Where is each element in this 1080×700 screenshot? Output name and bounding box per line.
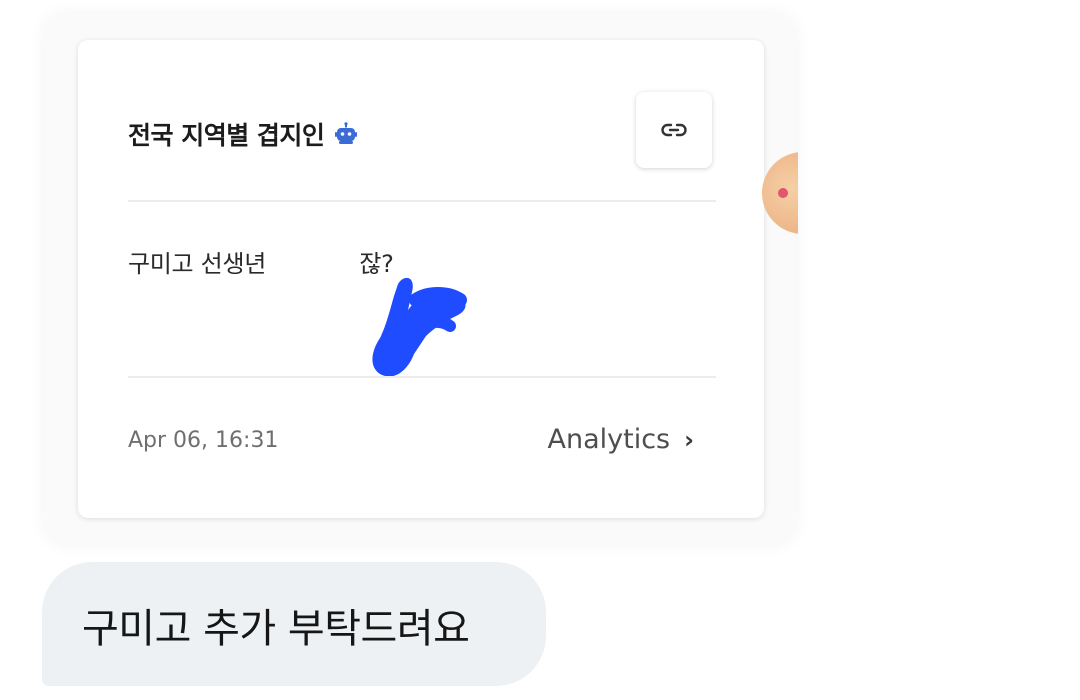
shared-post-card[interactable]: 전국 지역별 겹지인 구미고 선생년 잖? Apr 06, 16:31 Anal… bbox=[78, 40, 764, 518]
redaction-scribble bbox=[372, 277, 467, 377]
chat-message-bubble: 구미고 추가 부탁드려요 bbox=[42, 562, 546, 686]
post-message-prefix: 구미고 선생년 bbox=[128, 250, 274, 278]
post-timestamp: Apr 06, 16:31 bbox=[128, 428, 279, 453]
card-title: 전국 지역별 겹지인 bbox=[128, 121, 325, 150]
card-header: 전국 지역별 겹지인 bbox=[128, 116, 358, 152]
chevron-right-icon: › bbox=[684, 425, 694, 454]
divider bbox=[128, 200, 716, 202]
chat-message-text: 구미고 추가 부탁드려요 bbox=[82, 606, 470, 652]
robot-icon bbox=[335, 122, 358, 144]
divider bbox=[128, 376, 716, 378]
post-message: 구미고 선생년 잖? bbox=[128, 244, 394, 279]
analytics-link[interactable]: Analytics › bbox=[548, 424, 695, 455]
copy-link-button[interactable] bbox=[636, 92, 712, 168]
avatar[interactable] bbox=[762, 152, 798, 234]
analytics-label: Analytics bbox=[547, 424, 671, 455]
link-icon bbox=[661, 123, 687, 137]
screen: 전국 지역별 겹지인 구미고 선생년 잖? Apr 06, 16:31 Anal… bbox=[0, 0, 1080, 700]
